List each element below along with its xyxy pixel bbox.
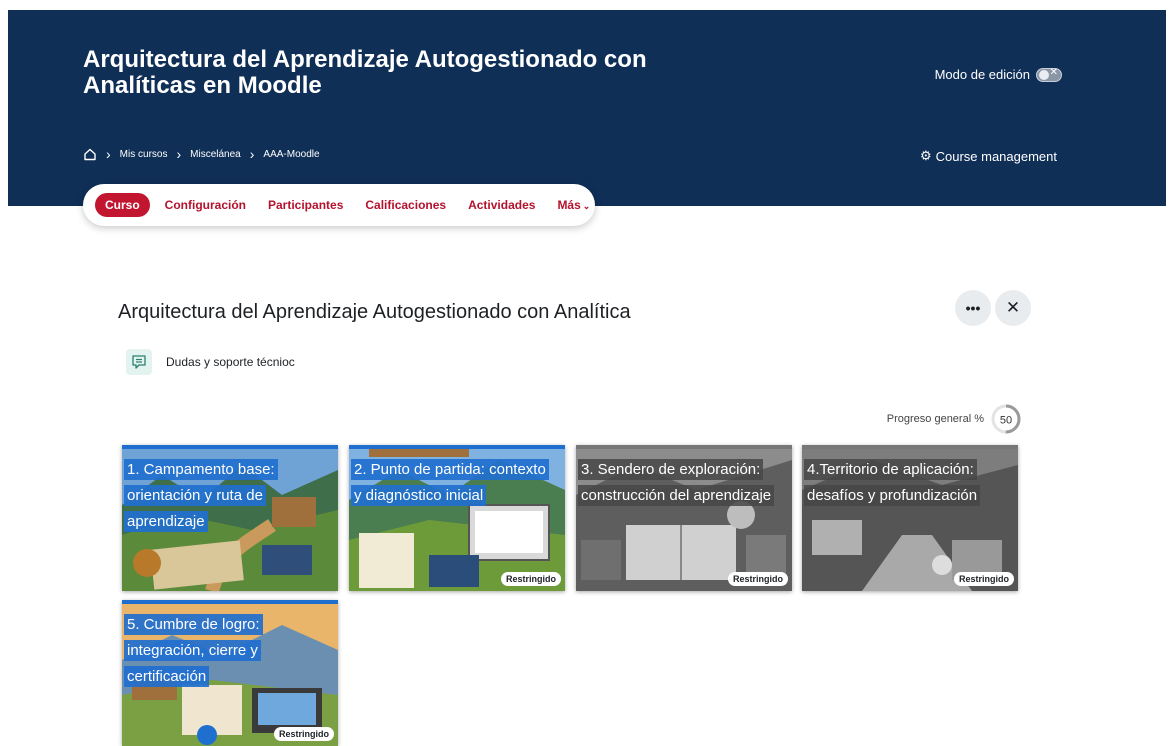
breadcrumb-item-course[interactable]: AAA-Moodle — [263, 149, 319, 160]
tab-participantes[interactable]: Participantes — [261, 193, 350, 217]
forum-icon — [126, 349, 152, 375]
overall-progress: Progreso general % 50 — [887, 403, 1022, 435]
card-title: 4.Territorio de aplicación: desafíos y p… — [804, 457, 1010, 509]
card-title: 3. Sendero de exploración: construcción … — [578, 457, 784, 509]
tab-mas-label: Más — [557, 198, 581, 212]
edit-mode-control[interactable]: Modo de edición ✕ — [935, 67, 1062, 82]
tab-curso[interactable]: Curso — [95, 193, 150, 217]
breadcrumb: › Mis cursos › Miscelánea › AAA-Moodle — [83, 147, 320, 161]
card-title: 1. Campamento base: orientación y ruta d… — [124, 457, 330, 535]
section-title: Arquitectura del Aprendizaje Autogestion… — [118, 301, 631, 323]
restricted-badge: Restringido — [953, 572, 1014, 586]
section-card[interactable]: 4.Territorio de aplicación: desafíos y p… — [802, 445, 1018, 591]
chevron-right-icon: › — [176, 146, 182, 162]
course-management-link[interactable]: ⚙ Course management — [920, 148, 1057, 164]
breadcrumb-item-mis-cursos[interactable]: Mis cursos — [120, 149, 168, 160]
course-header — [8, 10, 1166, 206]
card-title: 5. Cumbre de logro: integración, cierre … — [124, 612, 330, 690]
more-options-button[interactable]: ••• — [955, 290, 991, 326]
edit-mode-label: Modo de edición — [934, 67, 1030, 82]
restricted-badge: Restringido — [727, 572, 788, 586]
progress-label: Progreso general % — [886, 413, 984, 425]
tab-actividades[interactable]: Actividades — [461, 193, 542, 217]
restricted-badge: Restringido — [273, 727, 334, 741]
restricted-badge: Restringido — [500, 572, 561, 586]
chevron-down-icon: ⌄ — [582, 201, 591, 211]
forum-link[interactable]: Dudas y soporte técnioc — [166, 355, 295, 369]
breadcrumb-item-miscelanea[interactable]: Miscelánea — [190, 149, 241, 160]
section-card[interactable]: 5. Cumbre de logro: integración, cierre … — [122, 600, 338, 746]
section-card[interactable]: 1. Campamento base: orientación y ruta d… — [122, 445, 338, 591]
edit-mode-toggle[interactable]: ✕ — [1036, 67, 1062, 82]
home-icon[interactable] — [83, 147, 97, 161]
course-title: Arquitectura del Aprendizaje Autogestion… — [83, 46, 647, 99]
card-title: 2. Punto de partida: contexto y diagnóst… — [351, 457, 557, 509]
tab-calificaciones[interactable]: Calificaciones — [358, 193, 453, 217]
tab-configuracion[interactable]: Configuración — [158, 193, 253, 217]
svg-text:50: 50 — [1000, 415, 1012, 427]
progress-ring: 50 — [991, 404, 1021, 434]
course-tabs: Curso Configuración Participantes Califi… — [83, 184, 595, 226]
chevron-right-icon: › — [249, 146, 255, 162]
tab-mas[interactable]: Más ⌄ — [550, 193, 597, 217]
section-card[interactable]: 3. Sendero de exploración: construcción … — [576, 445, 792, 591]
chevron-right-icon: › — [106, 146, 111, 162]
gear-icon: ⚙ — [919, 148, 932, 163]
forum-activity[interactable]: Dudas y soporte técnioc — [126, 349, 295, 375]
section-card[interactable]: 2. Punto de partida: contexto y diagnóst… — [349, 445, 565, 591]
close-button[interactable]: ✕ — [995, 290, 1031, 326]
course-management-label: Course management — [935, 148, 1057, 164]
